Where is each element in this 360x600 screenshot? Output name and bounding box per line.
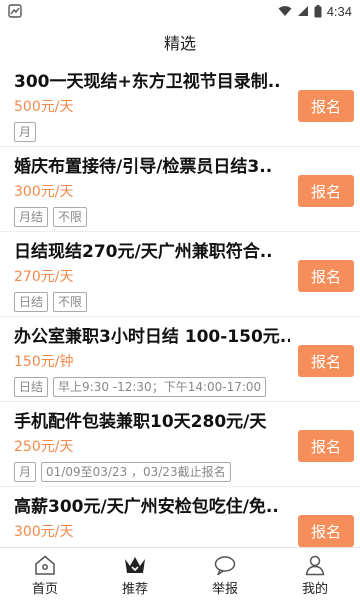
apply-button[interactable]: 报名 — [298, 430, 354, 462]
job-title: 手机配件包装兼职10天280元/天 — [14, 412, 267, 432]
bottom-nav: 首页 推荐 举报 我的 — [0, 547, 360, 600]
job-salary: 270元/天 — [14, 269, 74, 285]
job-salary: 150元/钟 — [14, 354, 74, 370]
job-title: 300一天现结+东方卫视节目录制.. — [14, 72, 281, 92]
job-tags: 月结 不限 — [14, 207, 88, 227]
title-bar: 精选 — [0, 22, 360, 62]
job-item[interactable]: 日结现结270元/天广州兼职符合.. 270元/天 日结 不限 报名 — [0, 232, 360, 317]
apply-button[interactable]: 报名 — [298, 175, 354, 207]
job-salary: 500元/天 — [14, 99, 74, 115]
status-icons: 4:34 — [278, 2, 352, 20]
signal-icon — [297, 6, 308, 16]
nav-item-home[interactable]: 首页 — [0, 548, 90, 600]
job-salary: 300元/天 — [14, 524, 74, 540]
job-tag: 01/09至03/23 ，03/23截止报名 — [41, 462, 231, 482]
status-bar: 4:34 — [0, 0, 360, 22]
battery-icon — [314, 4, 322, 17]
nav-item-recommend[interactable]: 推荐 — [90, 548, 180, 600]
job-tag: 日结 — [14, 292, 49, 312]
job-tag: 不限 — [53, 207, 88, 227]
page-title: 精选 — [163, 34, 196, 53]
person-icon — [305, 555, 325, 576]
job-tag: 月结 — [14, 207, 49, 227]
nav-label: 我的 — [301, 582, 328, 597]
crown-icon — [125, 557, 145, 573]
job-item[interactable]: 300一天现结+东方卫视节目录制.. 500元/天 月 报名 — [0, 62, 360, 147]
status-time: 4:34 — [326, 3, 352, 19]
nav-label: 首页 — [31, 582, 58, 597]
job-tags: 月 01/09至03/23 ，03/23截止报名 — [14, 462, 231, 482]
job-tag: 早上9:30 -12:30；下午14:00-17:00 — [53, 377, 267, 397]
nav-item-report[interactable]: 举报 — [180, 548, 270, 600]
job-tags: 日结 不限 — [14, 292, 88, 312]
job-item[interactable]: 办公室兼职3小时日结 100-150元.. 150元/钟 日结 早上9:30 -… — [0, 317, 360, 402]
home-icon — [35, 555, 55, 575]
job-title: 高薪300元/天广州安检包吃住/免.. — [14, 497, 279, 517]
app-notification-icon — [8, 4, 22, 18]
job-salary: 250元/天 — [14, 439, 74, 455]
job-list[interactable]: 300一天现结+东方卫视节目录制.. 500元/天 月 报名 婚庆布置接待/引导… — [0, 62, 360, 547]
job-tag: 日结 — [14, 377, 49, 397]
apply-button[interactable]: 报名 — [298, 345, 354, 377]
job-item[interactable]: 手机配件包装兼职10天280元/天 250元/天 月 01/09至03/23 ，… — [0, 402, 360, 487]
job-item[interactable]: 婚庆布置接待/引导/检票员日结3.. 300元/天 月结 不限 报名 — [0, 147, 360, 232]
apply-button[interactable]: 报名 — [298, 260, 354, 292]
job-title: 办公室兼职3小时日结 100-150元.. — [14, 327, 290, 347]
chat-bubble-icon — [214, 556, 236, 576]
nav-item-mine[interactable]: 我的 — [270, 548, 360, 600]
job-salary: 300元/天 — [14, 184, 74, 200]
job-tags: 日结 早上9:30 -12:30；下午14:00-17:00 — [14, 377, 267, 397]
job-title: 婚庆布置接待/引导/检票员日结3.. — [14, 157, 273, 177]
apply-button[interactable]: 报名 — [298, 90, 354, 122]
job-tags: 月 — [14, 122, 37, 142]
job-tag: 月 — [14, 122, 37, 142]
job-tag: 不限 — [53, 292, 88, 312]
wifi-icon — [278, 6, 292, 16]
job-tag: 月 — [14, 462, 37, 482]
nav-label: 举报 — [211, 582, 238, 597]
job-item[interactable]: 高薪300元/天广州安检包吃住/免.. 300元/天 月 报名 — [0, 487, 360, 547]
nav-label: 推荐 — [121, 582, 148, 597]
job-title: 日结现结270元/天广州兼职符合.. — [14, 242, 273, 262]
apply-button[interactable]: 报名 — [298, 515, 354, 547]
